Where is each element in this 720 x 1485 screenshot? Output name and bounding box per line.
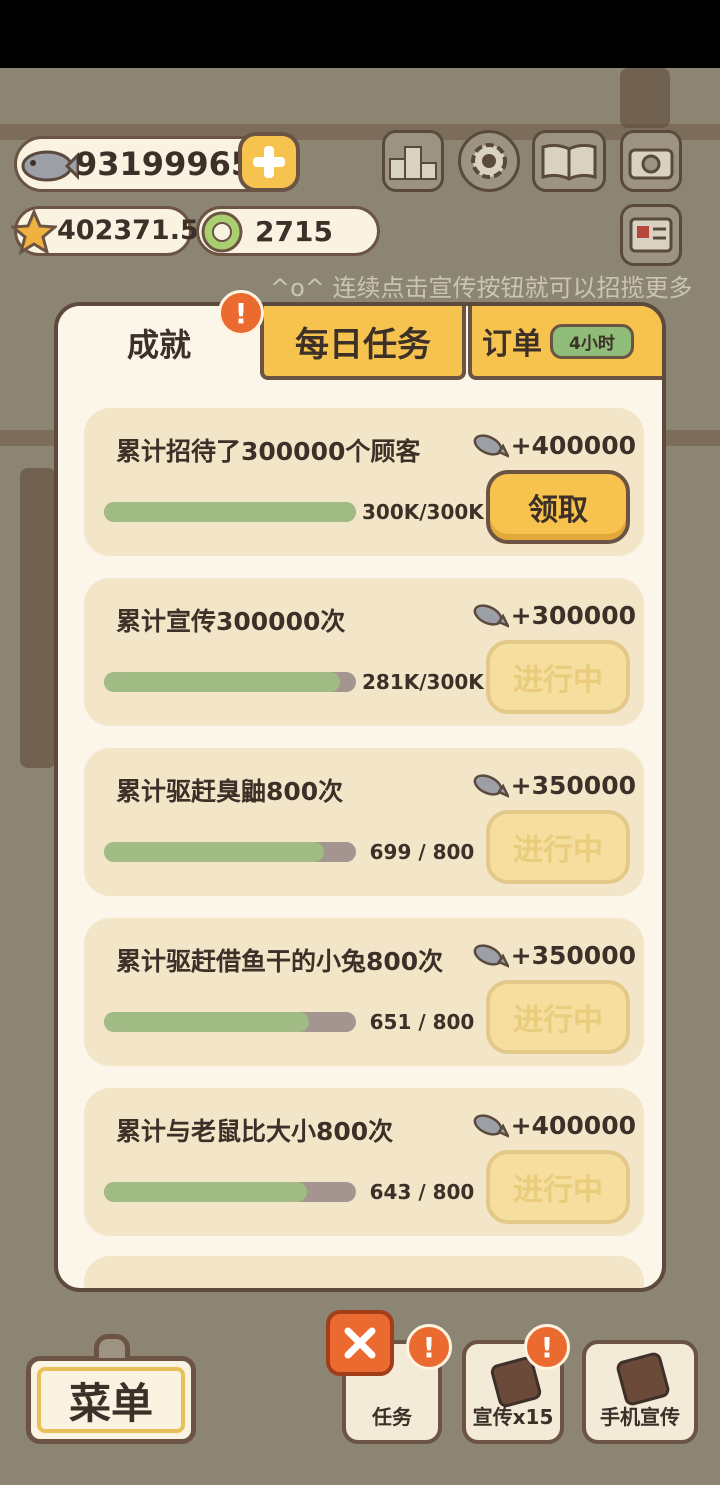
tasks-label: 任务 (372, 1405, 412, 1429)
progress-fill (104, 1182, 307, 1202)
fish-icon (473, 1114, 509, 1138)
fish-icon (473, 604, 509, 628)
progress-bar (104, 672, 356, 692)
book-icon (541, 143, 597, 181)
ranking-button[interactable] (382, 130, 444, 192)
list-item-partial (84, 1256, 644, 1288)
hint-text: ^o^ 连续点击宣传按钮就可以招揽更多 (270, 274, 693, 302)
menu-hook (94, 1334, 130, 1358)
progress-count: 643 / 800 (369, 1180, 475, 1204)
in-progress-button[interactable]: 进行中 (486, 1150, 630, 1224)
plus-icon (253, 146, 285, 178)
reward-amount: +350000 (510, 770, 636, 800)
progress-bar (104, 842, 356, 862)
progress-fill (104, 1012, 310, 1032)
list-item: 累计宣传300000次 +300000 281K/300K 进行中 (84, 578, 644, 726)
phone-icon (614, 1350, 672, 1408)
progress-count: 300K/300K (362, 500, 484, 524)
background-post (20, 468, 56, 768)
phone-promote-label: 手机宣传 (600, 1405, 680, 1429)
progress-fill (104, 672, 341, 692)
star-currency-bar: 402371.5 (9, 206, 199, 259)
camera-button[interactable] (620, 130, 682, 192)
quest-panel: 成就 每日任务 订单 4小时 累计招待了300000个顾客 +400000 300K… (54, 302, 666, 1292)
progress-bar (104, 1182, 356, 1202)
achievement-reward: +350000 (471, 940, 636, 970)
list-item: 累计驱赶臭鼬800次 +350000 699 / 800 进行中 (84, 748, 644, 896)
in-progress-button[interactable]: 进行中 (486, 640, 630, 714)
profile-card-button[interactable] (620, 204, 682, 266)
fish-icon (473, 434, 509, 458)
achievement-title: 累计与老鼠比大小800次 (116, 1117, 394, 1146)
settings-button[interactable] (458, 130, 520, 192)
reward-amount: +400000 (510, 430, 636, 460)
achievement-reward: +400000 (471, 430, 636, 460)
star-count: 402371.5 (57, 215, 199, 246)
background-post (620, 68, 670, 128)
menu-button[interactable]: 菜单 (26, 1356, 196, 1444)
token-currency-bar: 2715 (196, 206, 380, 256)
fish-icon (473, 774, 509, 798)
fish-count: 93199965 (75, 145, 254, 183)
list-item: 累计与老鼠比大小800次 +400000 643 / 800 进行中 (84, 1088, 644, 1236)
achievement-title: 累计驱赶借鱼干的小兔800次 (116, 947, 444, 976)
phone-promote-button[interactable]: 手机宣传 (582, 1340, 698, 1444)
reward-amount: +400000 (510, 1110, 636, 1140)
token-count: 2715 (255, 215, 333, 248)
fish-icon (473, 944, 509, 968)
tab-orders[interactable]: 订单 4小时 (468, 306, 662, 380)
achievement-reward: +400000 (471, 1110, 636, 1140)
gear-icon (471, 143, 507, 179)
achievement-title: 累计招待了300000个顾客 (116, 437, 421, 466)
progress-bar (104, 502, 356, 522)
tasks-alert-badge: ! (406, 1324, 452, 1370)
tab-daily-tasks[interactable]: 每日任务 (260, 306, 466, 380)
cat-book-button[interactable] (532, 130, 606, 192)
camera-icon (628, 148, 674, 180)
podium-icon (389, 146, 437, 180)
progress-fill (104, 502, 356, 522)
achievement-reward: +300000 (471, 600, 636, 630)
tab-orders-label: 订单 (482, 327, 542, 362)
claim-button[interactable]: 领取 (486, 470, 630, 544)
progress-count: 651 / 800 (369, 1010, 475, 1034)
token-icon (199, 209, 245, 259)
list-item: 累计驱赶借鱼干的小兔800次 +350000 651 / 800 进行中 (84, 918, 644, 1066)
id-card-icon (629, 217, 673, 253)
achievement-alert-badge: ! (218, 290, 264, 336)
fish-icon (17, 141, 80, 195)
in-progress-button[interactable]: 进行中 (486, 810, 630, 884)
achievement-title: 累计驱赶臭鼬800次 (116, 777, 344, 806)
progress-fill (104, 842, 325, 862)
progress-count: 699 / 800 (369, 840, 475, 864)
orders-timer-badge: 4小时 (550, 323, 634, 359)
achievement-reward: +350000 (471, 770, 636, 800)
reward-amount: +300000 (510, 600, 636, 630)
progress-bar (104, 1012, 356, 1032)
in-progress-button[interactable]: 进行中 (486, 980, 630, 1054)
reward-amount: +350000 (510, 940, 636, 970)
close-icon (344, 1327, 376, 1359)
progress-count: 281K/300K (362, 670, 484, 694)
promote-alert-badge: ! (524, 1324, 570, 1370)
list-item: 累计招待了300000个顾客 +400000 300K/300K 领取 (84, 408, 644, 556)
star-icon (9, 208, 59, 259)
close-panel-button[interactable] (326, 1310, 394, 1376)
achievement-title: 累计宣传300000次 (116, 607, 346, 636)
add-fish-button[interactable] (238, 132, 300, 192)
menu-label: 菜单 (68, 1378, 153, 1428)
